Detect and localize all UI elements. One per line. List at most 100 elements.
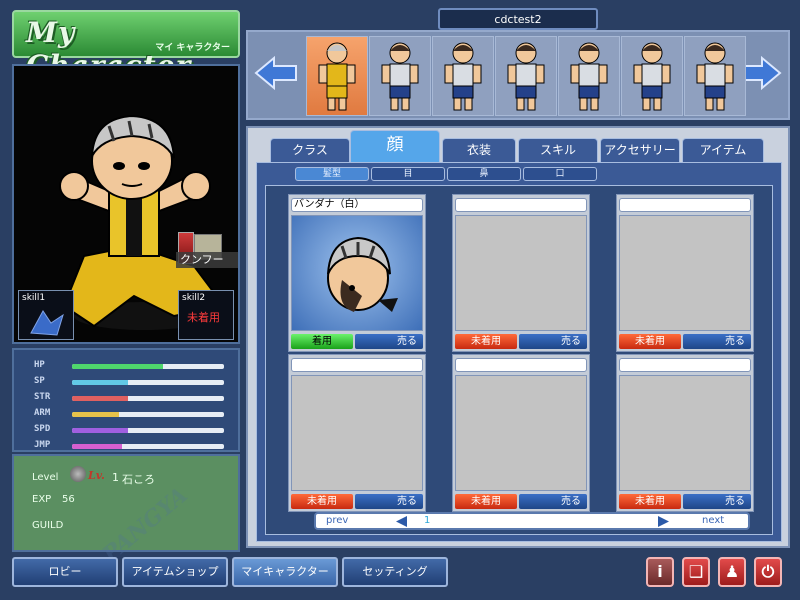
skill-slot-1[interactable]: skill1 <box>18 290 74 340</box>
stat-bar-fill <box>72 428 129 433</box>
sell-button[interactable]: 売る <box>355 334 423 349</box>
character-thumb[interactable] <box>684 36 746 116</box>
equip-status-button[interactable]: 着用 <box>291 334 353 349</box>
person-icon-glyph: ♟ <box>724 562 740 581</box>
stat-row-jmp: JMP <box>14 440 238 454</box>
character-thumb[interactable] <box>558 36 620 116</box>
tab-2[interactable]: 衣装 <box>442 138 516 162</box>
stat-bar-track <box>72 364 224 369</box>
gift-icon-glyph: ❑ <box>688 562 704 581</box>
power-icon-glyph: ⏻ <box>761 562 775 581</box>
character-thumb[interactable] <box>369 36 431 116</box>
stats-panel: HP SP STR ARM SPD JMP <box>12 348 240 452</box>
character-name-bar: cdctest2 <box>438 8 598 30</box>
stat-bar-track <box>72 444 224 449</box>
skill-popup[interactable]: クンフー <box>176 232 238 272</box>
nav-button-0[interactable]: ロビー <box>12 557 118 587</box>
stat-bar-fill <box>72 396 129 401</box>
arrow-left-icon[interactable] <box>254 56 298 90</box>
item-card[interactable]: 未着用 売る <box>616 354 754 512</box>
item-image <box>619 215 751 331</box>
sell-button[interactable]: 売る <box>355 494 423 509</box>
person-icon[interactable]: ♟ <box>718 557 746 587</box>
stat-bar-track <box>72 380 224 385</box>
stat-bar-track <box>72 396 224 401</box>
tab-3[interactable]: スキル <box>518 138 598 162</box>
stat-label: ARM <box>34 408 51 418</box>
nav-button-3[interactable]: セッティング <box>342 557 448 587</box>
tab-content: 髪型目鼻口 バンダナ（白） 着用 売る 未着用 売る 未着用 売る 未着用 売る 未着用 売る 未着用… <box>256 162 782 542</box>
equip-status-button[interactable]: 未着用 <box>619 334 681 349</box>
character-thumb-figure <box>444 42 482 111</box>
bandana-head-icon <box>327 236 398 312</box>
prev-arrow-icon[interactable] <box>396 516 408 527</box>
next-button[interactable]: next <box>702 515 724 526</box>
equip-status-button[interactable]: 未着用 <box>291 494 353 509</box>
item-image <box>455 375 587 491</box>
skill-slot-2-status: 未着用 <box>187 311 220 324</box>
stat-label: HP <box>34 360 45 370</box>
item-name <box>291 358 423 372</box>
character-name: cdctest2 <box>494 13 542 26</box>
sell-button[interactable]: 売る <box>683 494 751 509</box>
guild-label: GUILD <box>32 520 64 531</box>
gift-icon[interactable]: ❑ <box>682 557 710 587</box>
info-icon[interactable]: i <box>646 557 674 587</box>
rock-icon <box>70 466 86 482</box>
level-title: 石ころ <box>122 473 155 486</box>
item-card[interactable]: バンダナ（白） 着用 売る <box>288 194 426 352</box>
nav-button-1[interactable]: アイテムショップ <box>122 557 228 587</box>
sell-button[interactable]: 売る <box>683 334 751 349</box>
item-grid: バンダナ（白） 着用 売る 未着用 売る 未着用 売る 未着用 売る 未着用 売る 未着用 売る pre… <box>265 185 773 535</box>
skill-slot-2-label: skill2 <box>182 293 206 303</box>
pager: prev 1 next <box>314 512 750 530</box>
character-preview: クンフー skill1 skill2 未着用 <box>12 64 240 344</box>
equip-status-button[interactable]: 未着用 <box>455 334 517 349</box>
skill-slot-2[interactable]: skill2 未着用 <box>178 290 234 340</box>
subtab-1[interactable]: 目 <box>371 167 445 181</box>
tab-4[interactable]: アクセサリー <box>600 138 680 162</box>
prev-button[interactable]: prev <box>326 515 348 526</box>
exp-label: EXP <box>32 494 52 505</box>
subtab-0[interactable]: 髪型 <box>295 167 369 181</box>
power-icon[interactable]: ⏻ <box>754 557 782 587</box>
exp-value: 56 <box>62 494 75 505</box>
character-thumb[interactable] <box>306 36 368 116</box>
sell-button[interactable]: 売る <box>519 334 587 349</box>
stat-bar-fill <box>72 364 164 369</box>
nav-button-2[interactable]: マイキャラクター <box>232 557 338 587</box>
subtab-3[interactable]: 口 <box>523 167 597 181</box>
equip-status-button[interactable]: 未着用 <box>619 494 681 509</box>
info-icon-glyph: i <box>657 562 663 581</box>
item-card[interactable]: 未着用 売る <box>452 194 590 352</box>
stat-row-arm: ARM <box>14 408 238 422</box>
subtab-2[interactable]: 鼻 <box>447 167 521 181</box>
item-card[interactable]: 未着用 売る <box>288 354 426 512</box>
stat-label: JMP <box>34 440 51 450</box>
level-badge: Lv. <box>88 469 105 482</box>
stat-bar-fill <box>72 412 120 417</box>
character-thumb[interactable] <box>495 36 557 116</box>
item-card[interactable]: 未着用 売る <box>452 354 590 512</box>
item-card[interactable]: 未着用 売る <box>616 194 754 352</box>
tab-5[interactable]: アイテム <box>682 138 764 162</box>
watermark-logo: PANGYA <box>97 482 193 568</box>
item-name <box>619 358 751 372</box>
character-thumb[interactable] <box>432 36 494 116</box>
stat-bar-track <box>72 428 224 433</box>
item-image <box>455 215 587 331</box>
stat-row-sp: SP <box>14 376 238 390</box>
character-thumb[interactable] <box>621 36 683 116</box>
sell-button[interactable]: 売る <box>519 494 587 509</box>
next-arrow-icon[interactable] <box>658 516 670 527</box>
item-image <box>291 215 423 331</box>
item-name <box>455 198 587 212</box>
stat-row-spd: SPD <box>14 424 238 438</box>
stat-bar-fill <box>72 444 123 449</box>
character-thumb-figure <box>570 42 608 111</box>
equip-status-button[interactable]: 未着用 <box>455 494 517 509</box>
character-thumb-figure <box>507 42 545 111</box>
tab-0[interactable]: クラス <box>270 138 350 162</box>
tab-1[interactable]: 顔 <box>350 130 440 162</box>
skill-1-icon <box>30 310 64 336</box>
